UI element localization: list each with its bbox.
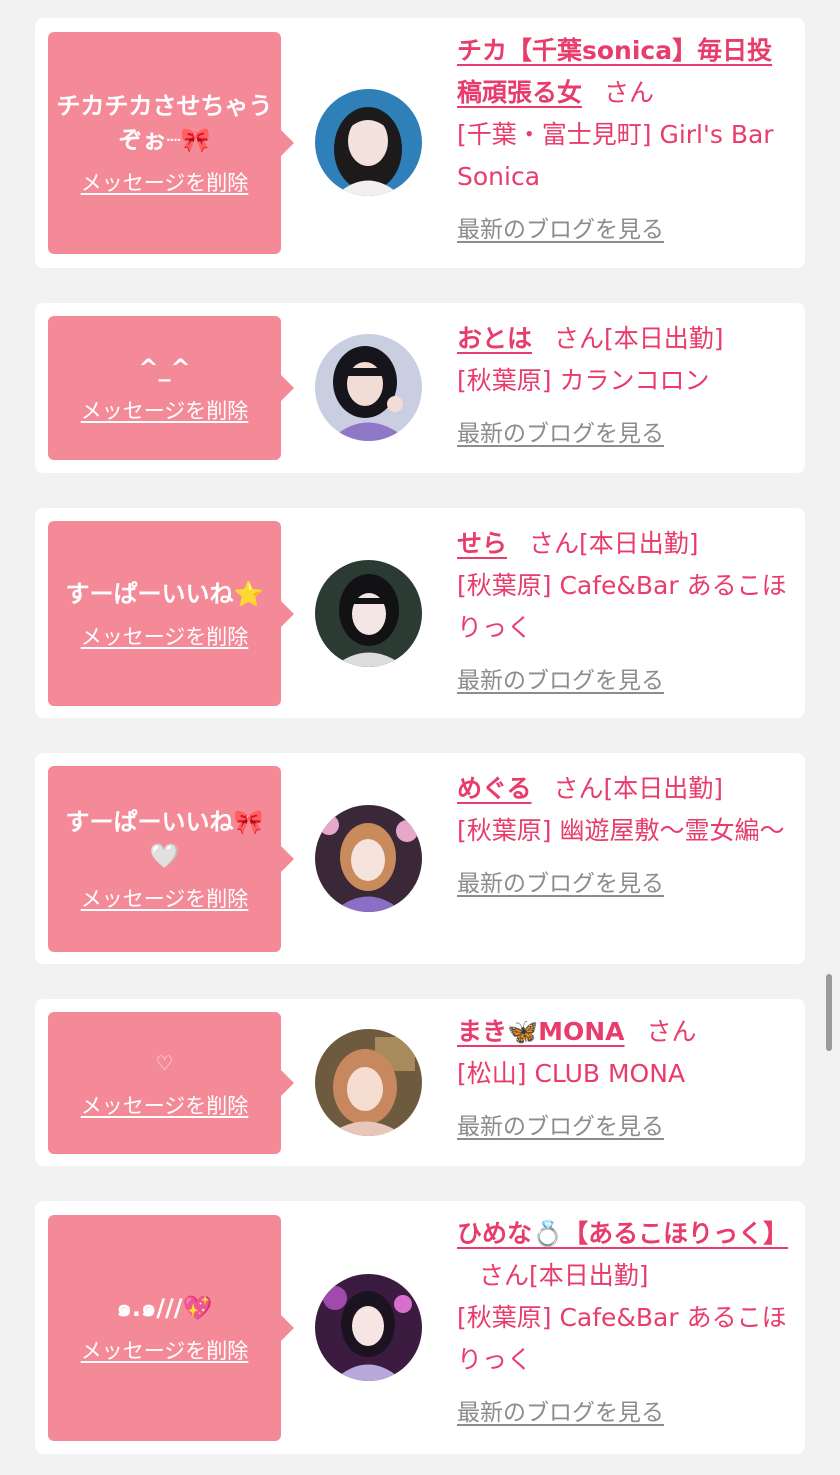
avatar[interactable] [315, 89, 422, 196]
cast-info: チカ【千葉sonica】毎日投稿頑張る女 さん [千葉・富士見町] Girl's … [457, 30, 797, 248]
message-text: ^_^ [138, 354, 191, 382]
latest-blog-link[interactable]: 最新のブログを見る [457, 866, 664, 902]
delete-message-link[interactable]: メッセージを削除 [81, 395, 249, 425]
delete-message-link[interactable]: メッセージを削除 [81, 1090, 249, 1120]
cast-info: せら さん[本日出勤] [秋葉原] Cafe&Bar あるこほりっく 最新のブログ… [457, 523, 797, 699]
shop-info: [秋葉原] 幽遊屋敷〜霊女編〜 [457, 816, 785, 845]
shop-info: [千葉・富士見町] Girl's Bar Sonica [457, 120, 774, 191]
shop-info: [秋葉原] Cafe&Bar あるこほりっく [457, 1303, 787, 1374]
avatar-image [315, 805, 422, 912]
avatar-image [315, 560, 422, 667]
latest-blog-link[interactable]: 最新のブログを見る [457, 416, 664, 452]
avatar[interactable] [315, 805, 422, 912]
attendance-status: [本日出勤] [604, 324, 724, 353]
delete-message-link[interactable]: メッセージを削除 [81, 883, 249, 913]
honorific: さん [646, 1017, 697, 1046]
avatar-image [315, 89, 422, 196]
cast-name-link[interactable]: せら [457, 529, 507, 558]
cast-name-link[interactable]: おとは [457, 324, 532, 353]
message-bubble: すーぱーいいね⭐️ メッセージを削除 [48, 521, 294, 706]
message-text: すーぱーいいね🎀🤍 [65, 808, 264, 870]
cast-name-link[interactable]: まき🦋MONA [457, 1017, 625, 1046]
cast-title-line: チカ【千葉sonica】毎日投稿頑張る女 さん [457, 30, 797, 114]
message-card: チカチカさせちゃうぞぉ┈🎀 メッセージを削除 チカ【千葉sonica】毎日投稿頑… [35, 18, 805, 268]
message-bubble: ♡ メッセージを削除 [48, 1012, 294, 1154]
message-card: すーぱーいいね🎀🤍 メッセージを削除 めぐる さん[本日出勤] [秋葉原] 幽遊屋… [35, 753, 805, 964]
cast-title-line: まき🦋MONA さん [457, 1011, 797, 1053]
delete-message-link[interactable]: メッセージを削除 [81, 167, 249, 197]
avatar[interactable] [315, 560, 422, 667]
cast-title-line: せら さん[本日出勤] [457, 523, 797, 565]
message-bubble: すーぱーいいね🎀🤍 メッセージを削除 [48, 766, 294, 952]
message-list: チカチカさせちゃうぞぉ┈🎀 メッセージを削除 チカ【千葉sonica】毎日投稿頑… [0, 0, 840, 1475]
cast-title-line: めぐる さん[本日出勤] [457, 768, 797, 810]
scrollbar[interactable] [826, 974, 832, 1051]
message-bubble: チカチカさせちゃうぞぉ┈🎀 メッセージを削除 [48, 32, 294, 254]
attendance-status: [本日出勤] [603, 774, 724, 803]
attendance-status: [本日出勤] [529, 1261, 649, 1290]
avatar[interactable] [315, 334, 422, 441]
attendance-status: [本日出勤] [579, 529, 699, 558]
honorific: さん [604, 78, 655, 107]
message-bubble: ๑.๑///💖 メッセージを削除 [48, 1215, 294, 1441]
message-bubble: ^_^ メッセージを削除 [48, 316, 294, 460]
message-text: すーぱーいいね⭐️ [65, 579, 264, 608]
cast-title-line: おとは さん[本日出勤] [457, 318, 797, 360]
honorific: さん [553, 774, 604, 803]
latest-blog-link[interactable]: 最新のブログを見る [457, 663, 664, 699]
message-card: すーぱーいいね⭐️ メッセージを削除 せら さん[本日出勤] [秋葉原] Cafe… [35, 508, 805, 718]
message-text: チカチカさせちゃうぞぉ┈🎀 [56, 92, 273, 154]
avatar[interactable] [315, 1029, 422, 1136]
shop-info: [秋葉原] Cafe&Bar あるこほりっく [457, 571, 787, 642]
message-card: ♡ メッセージを削除 まき🦋MONA さん [松山] CLUB MONA 最新のブ… [35, 999, 805, 1166]
cast-info: まき🦋MONA さん [松山] CLUB MONA 最新のブログを見る [457, 1011, 797, 1145]
message-text: ๑.๑///💖 [116, 1294, 213, 1322]
latest-blog-link[interactable]: 最新のブログを見る [457, 1395, 664, 1431]
shop-info: [秋葉原] カランコロン [457, 366, 710, 395]
cast-info: おとは さん[本日出勤] [秋葉原] カランコロン 最新のブログを見る [457, 318, 797, 452]
cast-name-link[interactable]: めぐる [457, 774, 532, 803]
cast-info: ひめな💍【あるこほりっく】さん[本日出勤] [秋葉原] Cafe&Bar あるこ… [457, 1213, 797, 1431]
avatar[interactable] [315, 1274, 422, 1381]
honorific: さん [554, 324, 605, 353]
cast-name-link[interactable]: ひめな💍【あるこほりっく】 [457, 1219, 788, 1248]
cast-info: めぐる さん[本日出勤] [秋葉原] 幽遊屋敷〜霊女編〜 最新のブログを見る [457, 768, 797, 902]
avatar-image [315, 1029, 422, 1136]
honorific: さん [479, 1261, 530, 1290]
cast-title-line: ひめな💍【あるこほりっく】さん[本日出勤] [457, 1213, 797, 1297]
message-card: ๑.๑///💖 メッセージを削除 ひめな💍【あるこほりっく】さん[本日出勤] [… [35, 1201, 805, 1454]
delete-message-link[interactable]: メッセージを削除 [81, 621, 249, 651]
shop-info: [松山] CLUB MONA [457, 1059, 686, 1088]
message-card: ^_^ メッセージを削除 おとは さん[本日出勤] [秋葉原] カランコロン 最新… [35, 303, 805, 473]
message-text: ♡ [155, 1051, 174, 1075]
avatar-image [315, 334, 422, 441]
latest-blog-link[interactable]: 最新のブログを見る [457, 212, 664, 248]
avatar-image [315, 1274, 422, 1381]
delete-message-link[interactable]: メッセージを削除 [81, 1335, 249, 1365]
latest-blog-link[interactable]: 最新のブログを見る [457, 1109, 664, 1145]
honorific: さん [529, 529, 580, 558]
